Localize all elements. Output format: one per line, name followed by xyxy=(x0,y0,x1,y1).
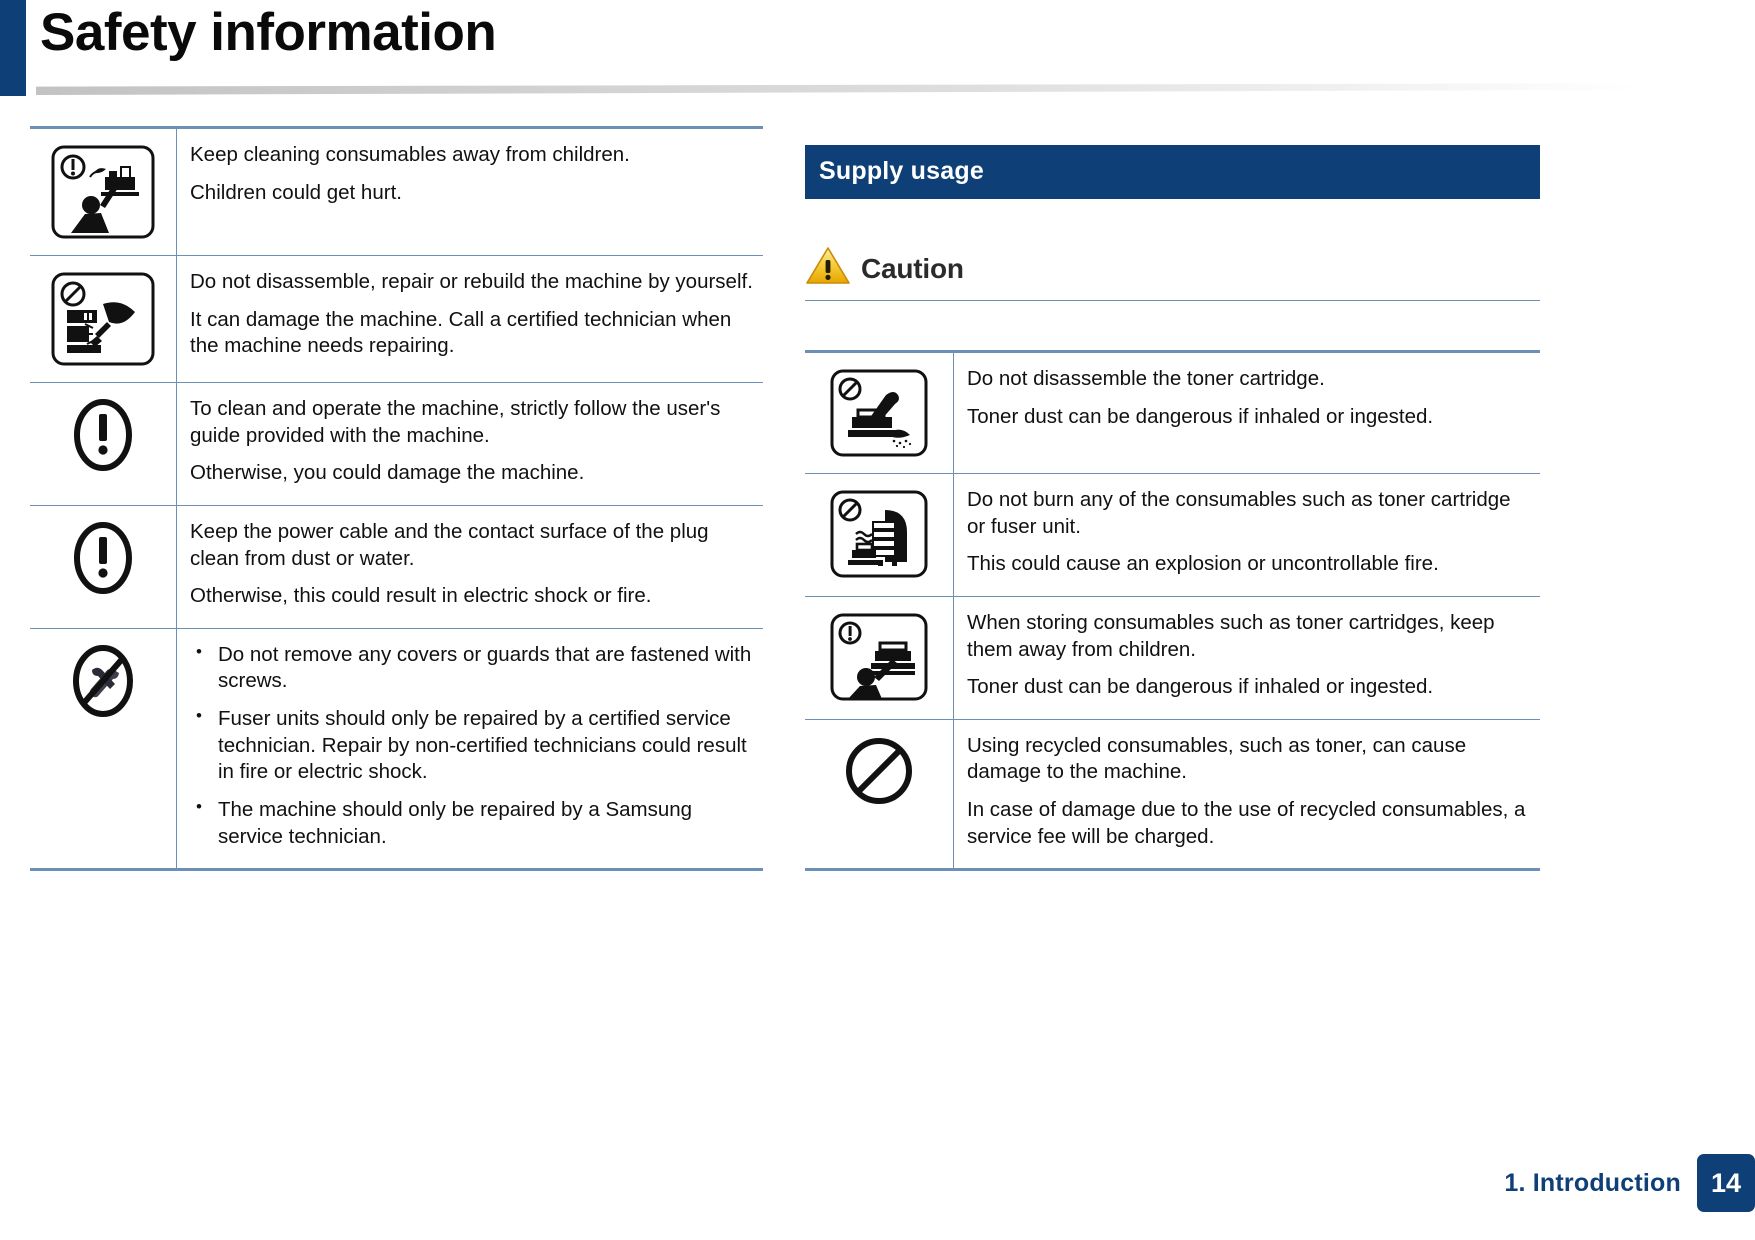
table-cell-text: Do not burn any of the consumables such … xyxy=(953,473,1540,597)
caution-heading: Caution xyxy=(805,246,1540,291)
row-line: Using recycled consumables, such as tone… xyxy=(967,733,1467,784)
table-row: To clean and operate the machine, strict… xyxy=(30,382,763,506)
table-row: Using recycled consumables, such as tone… xyxy=(805,718,1540,872)
no-burning-consumables-icon xyxy=(805,473,954,597)
footer-section-label: 1. Introduction xyxy=(1504,1168,1681,1197)
row-line: It can damage the machine. Call a certif… xyxy=(190,307,732,358)
left-column: Keep cleaning consumables away from chil… xyxy=(30,126,763,872)
row-line: This could cause an explosion or uncontr… xyxy=(967,552,1439,576)
list-item: Fuser units should only be repaired by a… xyxy=(190,705,753,786)
caution-divider-rule xyxy=(805,300,1540,301)
page-header: Safety information xyxy=(0,0,1755,108)
caution-label: Caution xyxy=(861,252,964,284)
row-line: Otherwise, you could damage the machine. xyxy=(190,461,585,485)
table-row: Do not disassemble the toner cartridge. … xyxy=(805,350,1540,474)
row-line: Children could get hurt. xyxy=(190,180,402,204)
bullet-list: Do not remove any covers or guards that … xyxy=(190,641,753,850)
table-cell-text: Keep the power cable and the contact sur… xyxy=(176,504,763,629)
row-line: Do not disassemble the toner cartridge. xyxy=(967,367,1325,390)
no-disassemble-machine-icon xyxy=(30,255,177,383)
row-line: When storing consumables such as toner c… xyxy=(967,610,1495,661)
section-heading-supply-usage: Supply usage xyxy=(805,145,1540,199)
table-row: Keep cleaning consumables away from chil… xyxy=(30,126,763,256)
row-line: Do not burn any of the consumables such … xyxy=(967,488,1511,538)
keep-away-from-children-icon xyxy=(30,126,177,256)
row-line: Otherwise, this could result in electric… xyxy=(190,584,652,608)
warning-triangle-icon xyxy=(805,246,851,291)
safety-table-right: Do not disassemble the toner cartridge. … xyxy=(805,350,1540,872)
table-cell-text: Using recycled consumables, such as tone… xyxy=(953,718,1540,872)
store-away-from-children-icon xyxy=(805,595,954,720)
row-line: Do not disassemble, repair or rebuild th… xyxy=(190,270,753,293)
row-line: Keep cleaning consumables away from chil… xyxy=(190,143,630,166)
list-item: Do not remove any covers or guards that … xyxy=(190,641,753,695)
header-accent-bar xyxy=(0,0,26,96)
table-row: Keep the power cable and the contact sur… xyxy=(30,504,763,629)
table-row: Do not remove any covers or guards that … xyxy=(30,627,763,872)
table-cell-text: Do not disassemble, repair or rebuild th… xyxy=(176,255,763,383)
page-footer: 1. Introduction 14 xyxy=(1504,1154,1755,1212)
table-cell-text: When storing consumables such as toner c… xyxy=(953,595,1540,720)
right-column: Supply usage Caution Do not disassemble … xyxy=(805,145,1540,872)
table-cell-text: To clean and operate the machine, strict… xyxy=(176,382,763,506)
header-divider-rule xyxy=(36,83,1726,95)
row-line: In case of damage due to the use of recy… xyxy=(967,798,1526,848)
page-title: Safety information xyxy=(40,3,497,62)
table-cell-text: Do not disassemble the toner cartridge. … xyxy=(953,350,1540,474)
row-line: To clean and operate the machine, strict… xyxy=(190,397,721,447)
no-disassemble-toner-cartridge-icon xyxy=(805,350,954,474)
list-item: The machine should only be repaired by a… xyxy=(190,796,753,850)
row-line: Keep the power cable and the contact sur… xyxy=(190,519,709,570)
page-number-badge: 14 xyxy=(1697,1154,1755,1212)
no-tools-icon xyxy=(30,627,177,872)
row-line: Toner dust can be dangerous if inhaled o… xyxy=(967,675,1434,699)
safety-table-left: Keep cleaning consumables away from chil… xyxy=(30,126,763,872)
table-row: Do not burn any of the consumables such … xyxy=(805,473,1540,597)
row-line: Toner dust can be dangerous if inhaled o… xyxy=(967,404,1434,428)
exclamation-mark-icon xyxy=(30,382,177,506)
prohibition-circle-icon xyxy=(805,718,954,872)
table-row: When storing consumables such as toner c… xyxy=(805,595,1540,720)
exclamation-mark-icon xyxy=(30,504,177,629)
table-cell-text: Do not remove any covers or guards that … xyxy=(176,627,763,872)
table-cell-text: Keep cleaning consumables away from chil… xyxy=(176,126,763,256)
table-row: Do not disassemble, repair or rebuild th… xyxy=(30,255,763,383)
